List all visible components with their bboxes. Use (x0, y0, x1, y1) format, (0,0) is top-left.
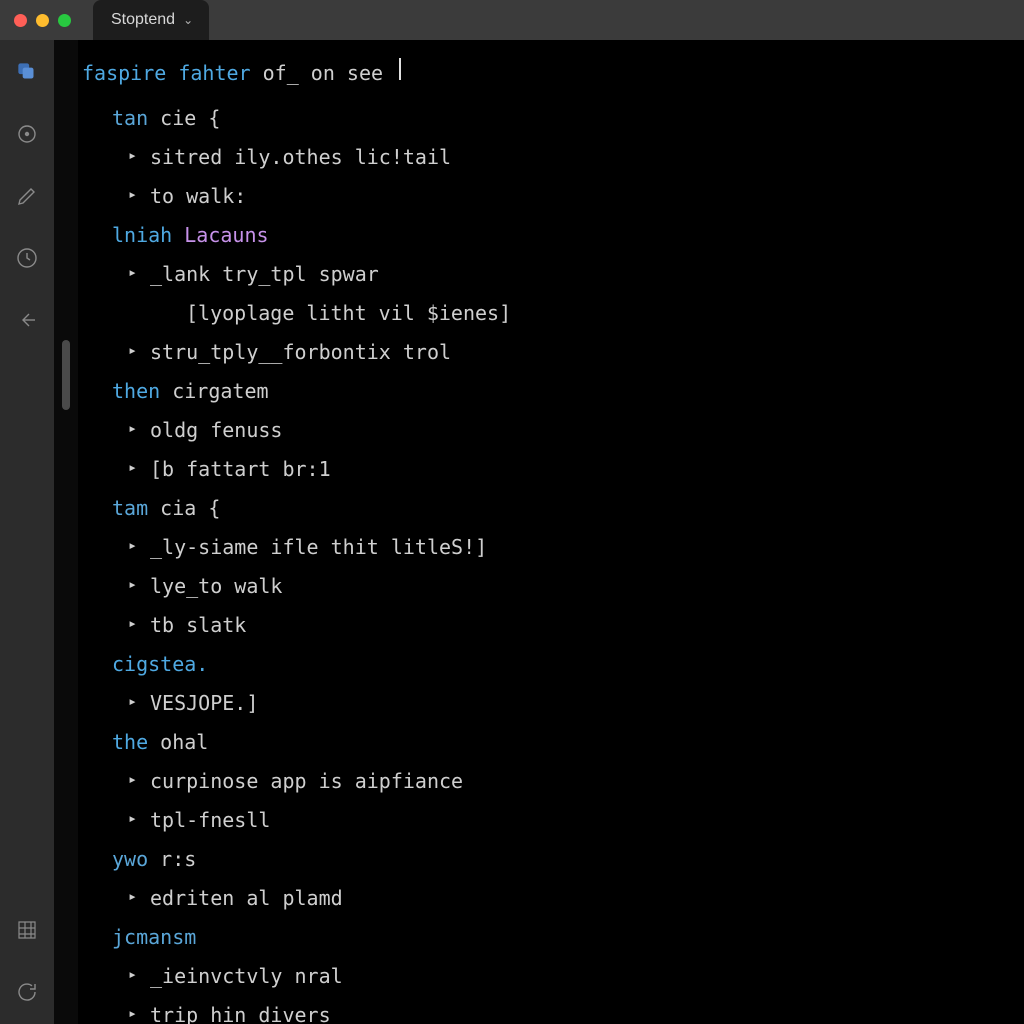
code-line: _ieinvctvly nral (78, 957, 1014, 996)
code-line: sitred ily.othes lic!tail (78, 138, 1014, 177)
code-text: _ly-siame ifle thit litleS!] (150, 528, 487, 567)
section-keyword: cigstea. (112, 645, 208, 684)
code-line: _lank try_tpl spwar (78, 255, 1014, 294)
zoom-window-button[interactable] (58, 14, 71, 27)
section-keyword: jcmansm (112, 918, 196, 957)
code-text: _lank try_tpl spwar (150, 255, 379, 294)
code-text: oldg fenuss (150, 411, 282, 450)
scrollbar-thumb[interactable] (62, 340, 70, 410)
code-text: edriten al plamd (150, 879, 343, 918)
code-text: lye_to walk (150, 567, 282, 606)
text-cursor (399, 58, 401, 80)
code-editor[interactable]: faspire fahter of_ on see tan cie {sitre… (78, 40, 1024, 1024)
edit-icon[interactable] (13, 182, 41, 210)
code-line: faspire fahter of_ on see (78, 54, 1014, 93)
code-line: the ohal (78, 723, 1014, 762)
code-line: ywo r:s (78, 840, 1014, 879)
section-keyword: then (112, 372, 160, 411)
refresh-icon[interactable] (13, 978, 41, 1006)
target-icon[interactable] (13, 120, 41, 148)
code-line: lniah Lacauns (78, 216, 1014, 255)
code-line: curpinose app is aipfiance (78, 762, 1014, 801)
code-line: tam cia { (78, 489, 1014, 528)
history-icon[interactable] (13, 244, 41, 272)
layers-icon[interactable] (13, 58, 41, 86)
code-text: to walk: (150, 177, 246, 216)
section-keyword: lniah (112, 216, 172, 255)
code-line: [lyoplage litht vil $ienes] (78, 294, 1014, 333)
code-text: stru_tply__forbontix trol (150, 333, 451, 372)
code-line: trip hin divers (78, 996, 1014, 1024)
editor-gutter (54, 40, 78, 1024)
back-icon[interactable] (13, 306, 41, 334)
keyword: fahter (178, 54, 250, 93)
code-line: stru_tply__forbontix trol (78, 333, 1014, 372)
code-line: oldg fenuss (78, 411, 1014, 450)
code-text: curpinose app is aipfiance (150, 762, 463, 801)
code-text: tb slatk (150, 606, 246, 645)
code-line: jcmansm (78, 918, 1014, 957)
code-line: VESJOPE.] (78, 684, 1014, 723)
code-text: sitred ily.othes lic!tail (150, 138, 451, 177)
code-line: then cirgatem (78, 372, 1014, 411)
section-keyword: the (112, 723, 148, 762)
window-controls (14, 14, 71, 27)
close-window-button[interactable] (14, 14, 27, 27)
code-line: cigstea. (78, 645, 1014, 684)
tab-title: Stoptend (111, 11, 175, 29)
code-text: _ieinvctvly nral (150, 957, 343, 996)
section-keyword: ywo (112, 840, 148, 879)
code-line: to walk: (78, 177, 1014, 216)
titlebar: Stoptend ⌄ (0, 0, 1024, 40)
activity-bar (0, 40, 54, 1024)
keyword: faspire (82, 54, 166, 93)
code-line: [b fattart br:1 (78, 450, 1014, 489)
grid-icon[interactable] (13, 916, 41, 944)
section-keyword: tan (112, 99, 148, 138)
chevron-down-icon: ⌄ (183, 13, 193, 27)
workbench: faspire fahter of_ on see tan cie {sitre… (0, 40, 1024, 1024)
code-line: tpl-fnesll (78, 801, 1014, 840)
code-line: tb slatk (78, 606, 1014, 645)
active-tab[interactable]: Stoptend ⌄ (93, 0, 209, 40)
code-line: _ly-siame ifle thit litleS!] (78, 528, 1014, 567)
code-text: VESJOPE.] (150, 684, 258, 723)
code-line: edriten al plamd (78, 879, 1014, 918)
code-line: tan cie { (78, 99, 1014, 138)
code-text: [b fattart br:1 (150, 450, 331, 489)
code-text: trip hin divers (150, 996, 331, 1024)
section-keyword: tam (112, 489, 148, 528)
class-name: Lacauns (184, 216, 268, 255)
code-text: tpl-fnesll (150, 801, 270, 840)
code-line: lye_to walk (78, 567, 1014, 606)
minimize-window-button[interactable] (36, 14, 49, 27)
code-text: [lyoplage litht vil $ienes] (186, 294, 511, 333)
